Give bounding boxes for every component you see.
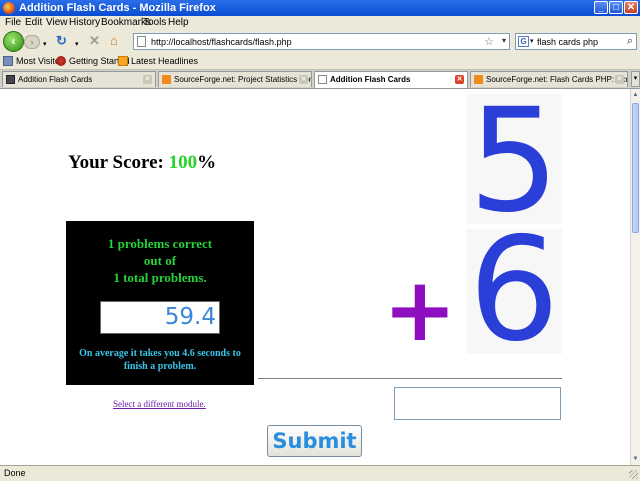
url-dropdown-icon[interactable]: ▾ xyxy=(502,36,506,45)
window-title: Addition Flash Cards - Mozilla Firefox xyxy=(19,2,216,14)
navigation-toolbar: ‹ › ▾ ↻ ▾ ✕ ⌂ ☆ ▾ G ▾ ⌕ xyxy=(0,30,640,54)
forward-button[interactable]: › xyxy=(24,35,40,49)
tab-sourceforge-flash-cards[interactable]: SourceForge.net: Flash Cards PHP: Scr...… xyxy=(470,71,628,87)
answer-input[interactable] xyxy=(394,387,561,420)
plus-operator: + xyxy=(383,258,457,361)
search-icon[interactable]: ⌕ xyxy=(627,35,633,48)
stop-icon[interactable]: ✕ xyxy=(89,34,100,48)
tab-sourceforge-stats[interactable]: SourceForge.net: Project Statistics For.… xyxy=(158,71,312,87)
tab-close-icon[interactable]: ✕ xyxy=(143,75,152,84)
scroll-down-icon[interactable]: ▼ xyxy=(631,454,640,464)
page-content: Your Score: 100% 1 problems correct out … xyxy=(0,89,630,465)
menu-tools[interactable]: Tools xyxy=(143,17,166,28)
problems-correct-text: 1 problems correct xyxy=(107,236,213,251)
reload-dropdown-icon[interactable]: ▾ xyxy=(75,38,79,52)
reload-icon[interactable]: ↻ xyxy=(56,34,67,48)
average-time-text: On average it takes you 4.6 seconds to f… xyxy=(79,348,241,372)
bookmark-label: Latest Headlines xyxy=(131,56,199,66)
score-line: Your Score: 100% xyxy=(68,152,216,174)
minimize-button[interactable]: _ xyxy=(594,1,608,14)
bookmarks-toolbar: Most Visited Getting Started Latest Head… xyxy=(0,54,640,70)
score-label: Your Score: xyxy=(68,152,169,173)
close-window-button[interactable]: ✕ xyxy=(624,1,638,14)
search-engine-dropdown-icon[interactable]: ▾ xyxy=(530,37,534,45)
menu-file[interactable]: File xyxy=(5,17,21,28)
tab-close-icon[interactable]: ✕ xyxy=(299,75,308,84)
bottom-number: 6 xyxy=(468,206,560,373)
total-problems-text: 1 total problems. xyxy=(113,270,207,285)
menu-view[interactable]: View xyxy=(46,17,68,28)
bookmarks-folder-icon xyxy=(3,56,13,66)
menu-history[interactable]: History xyxy=(69,17,100,28)
score-panel: Your Score: 100% xyxy=(66,94,254,221)
search-engine-icon[interactable]: G xyxy=(518,36,529,47)
out-of-text: out of xyxy=(143,253,177,268)
timer-display: 59.4 xyxy=(100,301,220,334)
tab-addition-flash-cards-1[interactable]: Addition Flash Cards ✕ xyxy=(2,71,156,87)
submit-button[interactable]: Submit xyxy=(267,425,362,457)
tab-addition-flash-cards-active[interactable]: Addition Flash Cards ✕ xyxy=(314,71,468,88)
tab-list-icon[interactable]: ▾ xyxy=(631,71,640,87)
resize-grip-icon[interactable] xyxy=(629,470,638,479)
score-percent: % xyxy=(197,152,217,173)
menu-help[interactable]: Help xyxy=(168,17,189,28)
bookmark-star-icon[interactable]: ☆ xyxy=(484,35,494,48)
sourceforge-icon xyxy=(474,75,483,84)
scrollbar-thumb[interactable] xyxy=(632,103,639,233)
scroll-up-icon[interactable]: ▲ xyxy=(631,90,640,100)
search-input[interactable] xyxy=(537,35,621,48)
firefox-icon xyxy=(3,2,15,14)
menu-edit[interactable]: Edit xyxy=(25,17,42,28)
maximize-button[interactable]: □ xyxy=(609,1,623,14)
back-button[interactable]: ‹ xyxy=(3,31,24,52)
sourceforge-icon xyxy=(162,75,171,84)
select-module-link[interactable]: Select a different module. xyxy=(113,399,206,409)
page-icon xyxy=(137,36,146,47)
score-value: 100 xyxy=(168,152,198,173)
menu-bar: File Edit View History Bookmarks Tools H… xyxy=(0,16,640,30)
tab-label: SourceForge.net: Project Statistics For.… xyxy=(174,75,312,84)
search-bar[interactable]: G ▾ ⌕ xyxy=(515,33,637,50)
bookmark-latest-headlines[interactable]: Latest Headlines xyxy=(118,56,198,66)
stats-panel: 1 problems correct out of 1 total proble… xyxy=(66,221,254,385)
vertical-scrollbar[interactable]: ▲ ▼ xyxy=(630,89,640,465)
tab-strip: Addition Flash Cards ✕ SourceForge.net: … xyxy=(0,70,640,89)
status-bar: Done xyxy=(0,465,640,481)
window-title-bar: Addition Flash Cards - Mozilla Firefox _… xyxy=(0,0,640,16)
tab-close-icon[interactable]: ✕ xyxy=(615,75,624,84)
tab-close-icon[interactable]: ✕ xyxy=(455,75,464,84)
history-dropdown-icon[interactable]: ▾ xyxy=(43,38,47,52)
tab-label: Addition Flash Cards xyxy=(330,75,411,84)
url-input[interactable] xyxy=(151,35,471,48)
firefox-bookmark-icon xyxy=(56,56,66,66)
page-icon xyxy=(318,75,327,84)
address-bar[interactable]: ☆ ▾ xyxy=(133,33,510,50)
tab-label: SourceForge.net: Flash Cards PHP: Scr... xyxy=(486,75,628,84)
rss-feed-icon xyxy=(118,56,128,66)
status-text: Done xyxy=(4,468,26,478)
tab-favicon-icon xyxy=(6,75,15,84)
home-icon[interactable]: ⌂ xyxy=(110,34,118,48)
tab-label: Addition Flash Cards xyxy=(18,75,93,84)
answer-line xyxy=(258,378,562,379)
